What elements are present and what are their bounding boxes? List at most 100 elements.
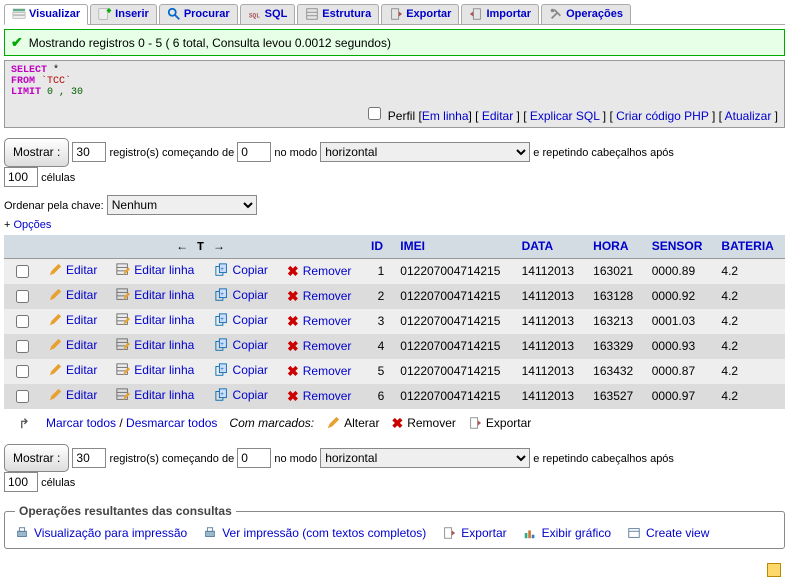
sql-limit-vals: 0 , 30	[47, 87, 83, 98]
marked-remover[interactable]: ✖ Remover	[391, 415, 455, 432]
row-editar[interactable]: Editar	[48, 288, 97, 302]
row-copiar[interactable]: +Copiar	[215, 363, 268, 377]
col-id[interactable]: ID	[363, 235, 392, 259]
bookmark-corner[interactable]	[4, 559, 785, 584]
cell-hora: 163527	[585, 384, 644, 409]
row-copiar[interactable]: +Copiar	[215, 288, 268, 302]
pencil-icon	[48, 263, 62, 277]
x-icon: ✖	[287, 263, 299, 280]
col-bateria[interactable]: BATERIA	[713, 235, 785, 259]
mode-select[interactable]: horizontal	[320, 448, 530, 468]
rows-input[interactable]	[72, 142, 106, 162]
row-copiar[interactable]: +Copiar	[215, 338, 268, 352]
op-create-view[interactable]: Create view	[627, 526, 709, 540]
row-copiar[interactable]: +Copiar	[215, 263, 268, 277]
row-remover[interactable]: ✖Remover	[287, 338, 351, 355]
options-toggle[interactable]: + Opções	[4, 219, 785, 231]
row-remover[interactable]: ✖Remover	[287, 288, 351, 305]
start-input[interactable]	[237, 448, 271, 468]
start-input[interactable]	[237, 142, 271, 162]
row-editar[interactable]: Editar	[48, 388, 97, 402]
link-explicar-sql[interactable]: Explicar SQL	[530, 109, 600, 123]
tab-label: Procurar	[184, 8, 230, 20]
col-sensor[interactable]: SENSOR	[644, 235, 714, 259]
row-editar[interactable]: Editar	[48, 363, 97, 377]
sql-icon: SQL	[248, 7, 262, 21]
sql-box: SELECT * FROM `TCC` LIMIT 0 , 30 Perfil …	[4, 60, 785, 128]
link-criar-php[interactable]: Criar código PHP	[616, 109, 708, 123]
marked-exportar[interactable]: Exportar	[468, 416, 531, 430]
link-atualizar[interactable]: Atualizar	[725, 109, 772, 123]
row-editar[interactable]: Editar	[48, 338, 97, 352]
copy-icon: +	[215, 363, 229, 377]
sql-kw: FROM	[11, 76, 35, 87]
row-remover[interactable]: ✖Remover	[287, 313, 351, 330]
check-icon: ✔	[11, 34, 23, 51]
tab-visualizar[interactable]: Visualizar	[4, 4, 88, 25]
cell-id: 1	[363, 258, 392, 284]
cell-sensor: 0000.92	[644, 284, 714, 309]
row-editar-linha[interactable]: Editar linha	[116, 288, 194, 302]
search-icon	[167, 7, 181, 21]
tab-operacoes[interactable]: Operações	[541, 4, 631, 24]
row-checkbox[interactable]	[16, 290, 29, 303]
tab-sql[interactable]: SQL SQL	[240, 4, 296, 24]
mostrar-button[interactable]: Mostrar :	[4, 138, 69, 167]
col-data[interactable]: DATA	[514, 235, 586, 259]
row-copiar[interactable]: +Copiar	[215, 313, 268, 327]
profile-checkbox[interactable]	[368, 107, 381, 120]
op-visual-impressao[interactable]: Visualização para impressão	[15, 526, 187, 540]
label-repetindo: e repetindo cabeçalhos após	[533, 453, 674, 465]
mode-select[interactable]: horizontal	[320, 142, 530, 162]
row-editar-linha[interactable]: Editar linha	[116, 363, 194, 377]
marked-alterar[interactable]: Alterar	[326, 416, 379, 430]
row-checkbox[interactable]	[16, 315, 29, 328]
tab-importar[interactable]: Importar	[461, 4, 539, 24]
mostrar-button[interactable]: Mostrar :	[4, 444, 69, 473]
link-editar-sql[interactable]: Editar	[482, 109, 513, 123]
op-ver-impressao[interactable]: Ver impressão (com textos completos)	[203, 526, 426, 540]
x-icon: ✖	[287, 338, 299, 355]
link-em-linha[interactable]: Em linha	[422, 109, 469, 123]
cell-imei: 012207004714215	[392, 384, 513, 409]
copy-icon: +	[215, 288, 229, 302]
row-checkbox[interactable]	[16, 365, 29, 378]
col-imei[interactable]: IMEI	[392, 235, 513, 259]
row-editar-linha[interactable]: Editar linha	[116, 388, 194, 402]
row-editar-linha[interactable]: Editar linha	[116, 263, 194, 277]
op-exibir-grafico[interactable]: Exibir gráfico	[523, 526, 611, 540]
row-editar[interactable]: Editar	[48, 263, 97, 277]
headers-input[interactable]	[4, 472, 38, 492]
table-row: EditarEditar linha+Copiar✖Remover1012207…	[4, 258, 785, 284]
row-checkbox[interactable]	[16, 390, 29, 403]
mark-all-link[interactable]: Marcar todos	[46, 416, 116, 430]
export-icon	[442, 526, 456, 540]
sort-key-select[interactable]: Nenhum	[107, 195, 257, 215]
row-remover[interactable]: ✖Remover	[287, 263, 351, 280]
tab-label: Operações	[566, 8, 623, 20]
tab-exportar[interactable]: Exportar	[381, 4, 459, 24]
options-link[interactable]: Opções	[13, 219, 51, 231]
success-text: Mostrando registros 0 - 5 ( 6 total, Con…	[29, 36, 391, 50]
tab-procurar[interactable]: Procurar	[159, 4, 238, 24]
row-editar-linha[interactable]: Editar linha	[116, 313, 194, 327]
row-checkbox[interactable]	[16, 340, 29, 353]
row-editar-linha[interactable]: Editar linha	[116, 338, 194, 352]
tab-estrutura[interactable]: Estrutura	[297, 4, 379, 24]
tab-inserir[interactable]: Inserir	[90, 4, 157, 24]
grid-edit-icon	[116, 388, 130, 402]
row-remover[interactable]: ✖Remover	[287, 363, 351, 380]
headers-input[interactable]	[4, 167, 38, 187]
unmark-all-link[interactable]: Desmarcar todos	[126, 416, 217, 430]
row-checkbox[interactable]	[16, 265, 29, 278]
cell-hora: 163021	[585, 258, 644, 284]
x-icon: ✖	[287, 363, 299, 380]
row-remover[interactable]: ✖Remover	[287, 388, 351, 405]
col-hora[interactable]: HORA	[585, 235, 644, 259]
with-selected-row: Marcar todos / Desmarcar todos Com marca…	[20, 415, 785, 432]
op-exportar[interactable]: Exportar	[442, 526, 506, 540]
cell-data: 14112013	[514, 284, 586, 309]
row-editar[interactable]: Editar	[48, 313, 97, 327]
rows-input[interactable]	[72, 448, 106, 468]
row-copiar[interactable]: +Copiar	[215, 388, 268, 402]
